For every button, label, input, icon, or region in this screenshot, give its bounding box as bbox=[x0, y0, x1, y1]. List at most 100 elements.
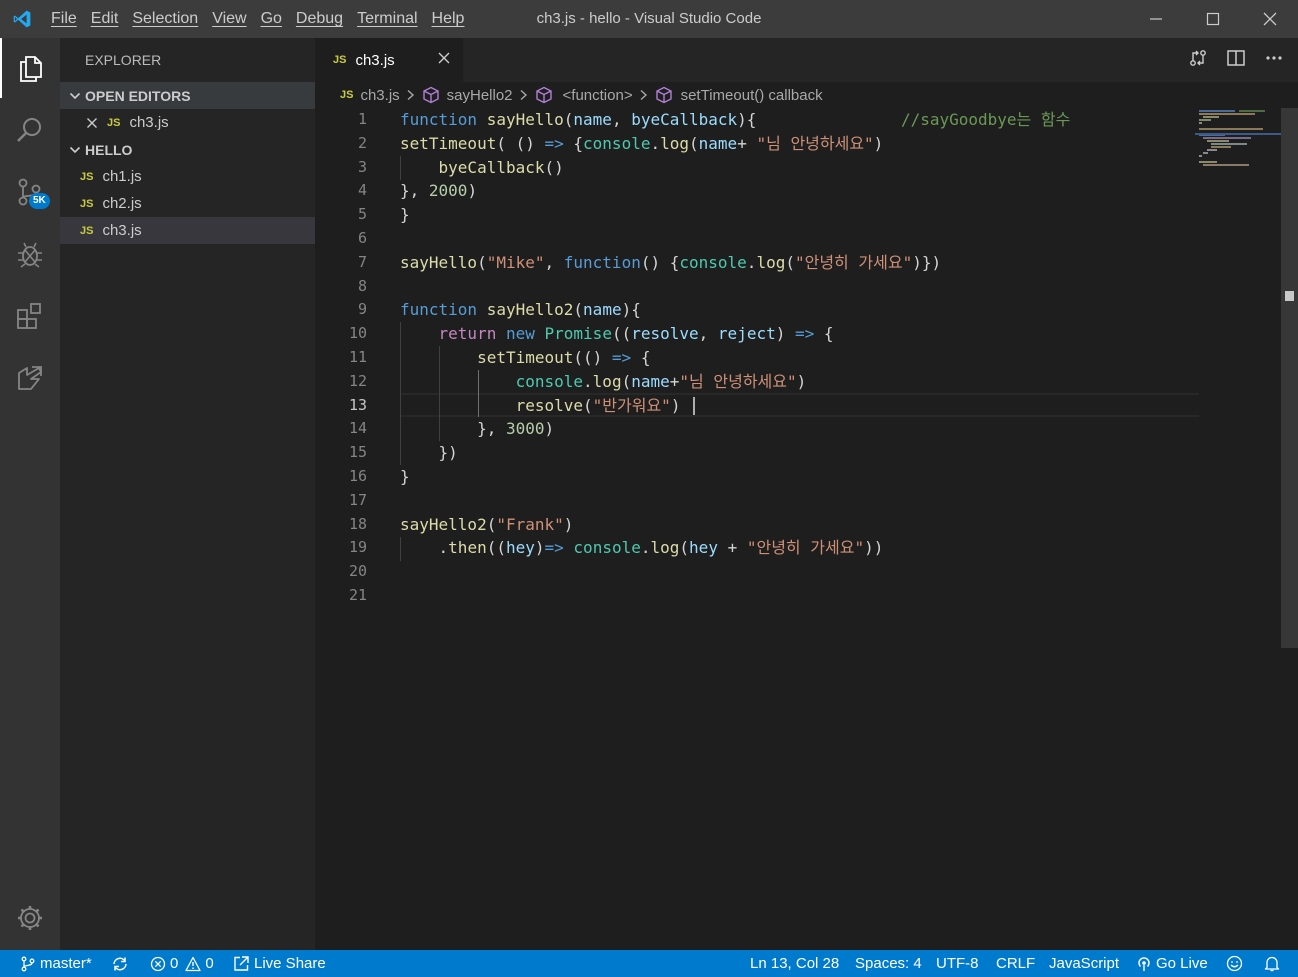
search-activity-button[interactable] bbox=[0, 100, 60, 160]
tab-ch3[interactable]: JS ch3.js bbox=[315, 38, 463, 82]
debug-activity-button[interactable] bbox=[0, 224, 60, 284]
open-editors-header[interactable]: OPEN EDITORS bbox=[60, 82, 315, 109]
breadcrumb-symbol-sayhello2[interactable]: sayHello2 bbox=[422, 86, 513, 104]
line-number: 13 bbox=[348, 395, 367, 414]
code-token: name bbox=[583, 300, 622, 320]
open-editor-item[interactable]: JS ch3.js bbox=[60, 109, 315, 136]
language-mode[interactable]: JavaScript bbox=[1049, 950, 1119, 977]
line-number: 21 bbox=[348, 585, 367, 604]
code-token: . bbox=[746, 252, 757, 272]
code-token: => bbox=[544, 133, 564, 153]
menu-view[interactable]: View bbox=[205, 0, 253, 38]
code-token: function bbox=[400, 110, 478, 129]
source-control-activity-button[interactable]: 5K bbox=[0, 162, 60, 222]
code-token: , bbox=[698, 324, 718, 344]
file-item-ch2[interactable]: JS ch2.js bbox=[60, 190, 315, 217]
open-changes-icon[interactable] bbox=[1188, 48, 1208, 73]
code-token: , bbox=[544, 252, 564, 272]
code-token: }, bbox=[400, 419, 506, 439]
menu-selection[interactable]: Selection bbox=[125, 0, 205, 38]
code-token: Promise bbox=[544, 324, 612, 344]
go-live-button[interactable]: Go Live bbox=[1136, 950, 1208, 977]
js-file-icon: JS bbox=[107, 116, 121, 129]
problems-status[interactable]: 0 0 bbox=[150, 950, 214, 977]
code-line: function sayHello(name, byeCallback){ //… bbox=[400, 108, 1200, 132]
code-token: ( bbox=[689, 133, 699, 153]
maximize-button[interactable] bbox=[1184, 0, 1241, 38]
file-item-ch1[interactable]: JS ch1.js bbox=[60, 163, 315, 190]
code-lines[interactable]: function sayHello(name, byeCallback){ //… bbox=[400, 108, 1200, 608]
notifications-button[interactable] bbox=[1264, 950, 1280, 977]
live-share-status[interactable]: Live Share bbox=[233, 950, 326, 977]
code-token: ) bbox=[796, 371, 807, 391]
menu-debug[interactable]: Debug bbox=[289, 0, 350, 38]
code-token: => bbox=[544, 538, 564, 558]
encoding-status[interactable]: UTF-8 bbox=[936, 950, 979, 977]
line-number: 4 bbox=[357, 181, 367, 200]
folder-header-hello[interactable]: HELLO bbox=[60, 136, 315, 163]
code-token: ) bbox=[670, 395, 681, 415]
menu-edit[interactable]: Edit bbox=[84, 0, 126, 38]
code-token: ) bbox=[534, 538, 545, 558]
vertical-scrollbar[interactable] bbox=[1281, 108, 1298, 648]
code-token: byeCallback bbox=[438, 157, 545, 177]
code-token: ( bbox=[583, 395, 593, 415]
chevron-right-icon bbox=[639, 89, 649, 101]
menu-go[interactable]: Go bbox=[254, 0, 289, 38]
file-name: ch3.js bbox=[102, 222, 142, 239]
close-tab-icon[interactable] bbox=[437, 51, 451, 70]
settings-activity-button[interactable] bbox=[0, 888, 60, 948]
line-number: 16 bbox=[348, 466, 367, 485]
code-token: "님 안녕하세요" bbox=[756, 133, 874, 153]
code-token: (( bbox=[486, 538, 506, 558]
explorer-activity-button[interactable] bbox=[0, 38, 60, 98]
js-file-icon: JS bbox=[340, 89, 354, 101]
minimap[interactable] bbox=[1195, 108, 1281, 950]
line-number: 2 bbox=[357, 133, 367, 152]
eol-status[interactable]: CRLF bbox=[996, 950, 1035, 977]
code-token: "Frank" bbox=[496, 514, 564, 534]
warning-count: 0 bbox=[205, 955, 214, 972]
feedback-button[interactable] bbox=[1226, 950, 1243, 977]
file-name: ch2.js bbox=[102, 195, 142, 212]
chevron-right-icon bbox=[519, 89, 529, 101]
indentation-status[interactable]: Spaces: 4 bbox=[855, 950, 922, 977]
chevron-down-icon bbox=[66, 90, 84, 102]
scroll-position-marker bbox=[1285, 291, 1294, 301]
code-token: 3000 bbox=[505, 419, 545, 439]
minimize-button[interactable] bbox=[1127, 0, 1184, 38]
cursor-position[interactable]: Ln 13, Col 28 bbox=[750, 950, 839, 977]
branch-status[interactable]: master* bbox=[20, 950, 92, 977]
file-item-ch3[interactable]: JS ch3.js bbox=[60, 217, 315, 244]
code-editor[interactable]: 1 2 3 4 5 6 7 8 9 10 11 12 13 14 15 16 17 18 19 20 21 functi… bbox=[315, 108, 1298, 950]
extensions-activity-button[interactable] bbox=[0, 286, 60, 346]
breadcrumb-symbol-function[interactable]: <function> bbox=[535, 86, 633, 104]
code-token: log bbox=[660, 133, 690, 153]
breadcrumb-file[interactable]: JS ch3.js bbox=[340, 87, 400, 104]
code-line: return new Promise((resolve, reject) => … bbox=[400, 322, 1200, 346]
git-branch-icon bbox=[21, 956, 35, 971]
breadcrumb-symbol-callback[interactable]: setTimeout() callback bbox=[655, 86, 823, 104]
code-token: "님 안녕하세요" bbox=[679, 371, 797, 391]
line-number: 12 bbox=[348, 371, 367, 390]
code-token: console bbox=[515, 371, 584, 391]
menu-file[interactable]: File bbox=[44, 0, 84, 38]
code-token: return bbox=[438, 324, 497, 344]
code-token: } bbox=[400, 466, 410, 486]
code-token: } bbox=[400, 205, 410, 225]
code-line: } bbox=[400, 203, 1200, 227]
code-line: }) bbox=[400, 441, 1200, 465]
menu-terminal[interactable]: Terminal bbox=[350, 0, 424, 38]
live-share-activity-button[interactable] bbox=[0, 348, 60, 408]
menu-help[interactable]: Help bbox=[425, 0, 472, 38]
close-window-button[interactable] bbox=[1241, 0, 1298, 38]
split-editor-icon[interactable] bbox=[1226, 48, 1246, 73]
sync-button[interactable] bbox=[111, 950, 129, 977]
close-icon[interactable] bbox=[86, 117, 98, 129]
more-actions-icon[interactable] bbox=[1264, 48, 1284, 73]
